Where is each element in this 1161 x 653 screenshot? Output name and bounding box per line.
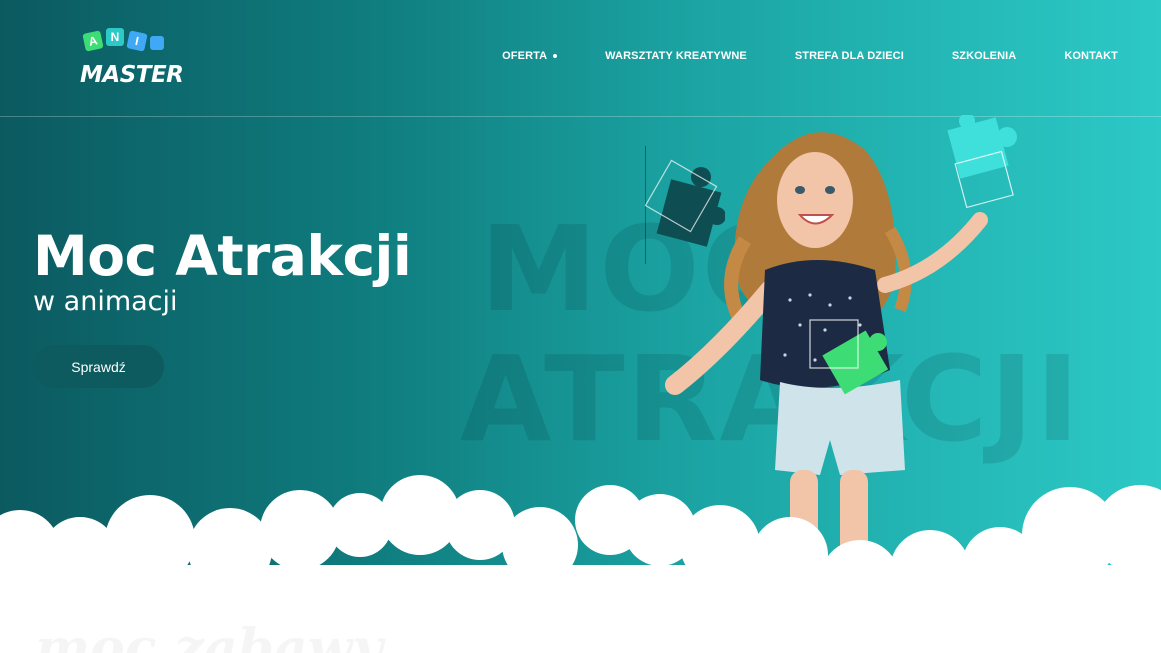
nav-item-label: OFERTA xyxy=(502,50,548,62)
hero-subtitle: w animacji xyxy=(33,286,178,317)
nav-item-szkolenia[interactable]: SZKOLENIA xyxy=(952,50,1016,62)
nav-item-kontakt[interactable]: KONTAKT xyxy=(1064,50,1118,62)
main-nav: OFERTA WARSZTATY KREATYWNE STREFA DLA DZ… xyxy=(502,50,1118,62)
hero-section: MOC ATRAKCJI A N I MASTER OFERTA WARSZTA… xyxy=(0,0,1161,653)
logo-word: MASTER xyxy=(80,62,184,88)
puzzle-icon xyxy=(150,36,164,50)
logo[interactable]: A N I MASTER xyxy=(80,26,184,92)
section-script-heading: moc zabawy xyxy=(35,618,383,653)
logo-tile-n: N xyxy=(106,28,124,46)
site-header: A N I MASTER OFERTA WARSZTATY KREATYWNE … xyxy=(0,0,1161,117)
logo-tile-a: A xyxy=(82,30,104,52)
check-button[interactable]: Sprawdź xyxy=(33,345,164,388)
nav-item-oferta[interactable]: OFERTA xyxy=(502,50,558,62)
nav-item-warsztaty[interactable]: WARSZTATY KREATYWNE xyxy=(605,50,747,62)
hero-title: Moc Atrakcji xyxy=(33,224,412,288)
nav-item-strefa[interactable]: STREFA DLA DZIECI xyxy=(795,50,904,62)
dropdown-dot-icon xyxy=(553,54,558,58)
logo-tile-i: I xyxy=(126,30,148,52)
